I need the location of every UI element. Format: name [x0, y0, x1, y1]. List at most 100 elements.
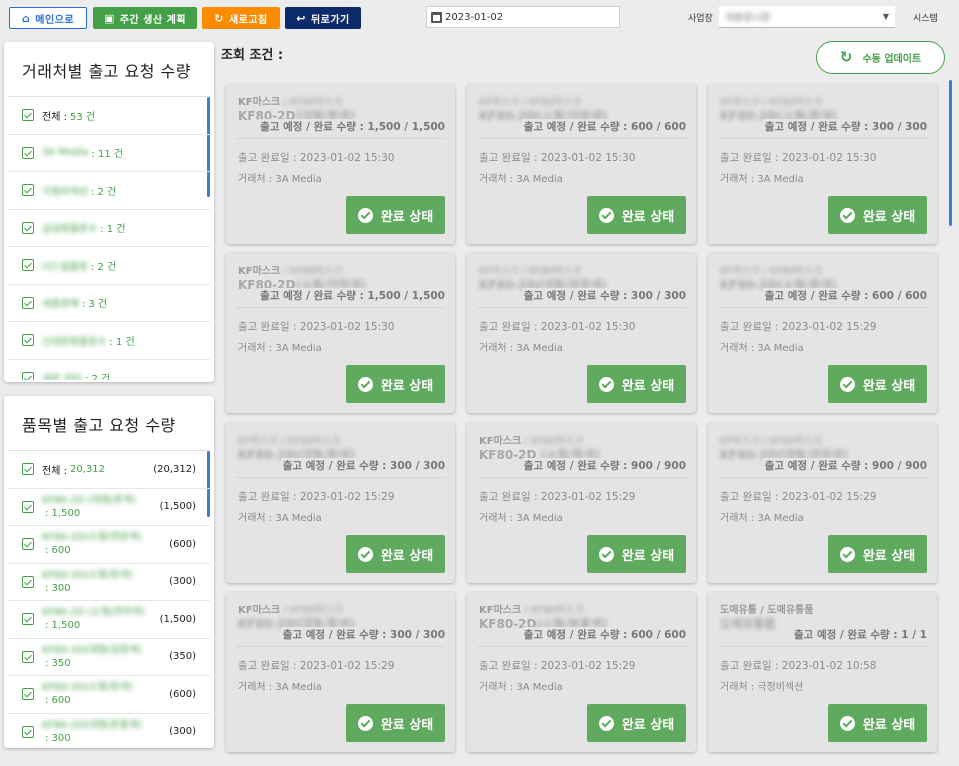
date-picker[interactable]: 2023-01-02 — [426, 6, 620, 28]
weekly-plan-button[interactable]: ▣ 주간 생산 계획 — [93, 7, 197, 29]
list-item[interactable]: KF80-2D(소형/흰색): 600 (600) — [8, 676, 210, 714]
calendar-icon: ▣ — [103, 11, 115, 25]
shipment-quantity: 출고 예정 / 완료 수량 : 300 / 300 — [280, 627, 445, 642]
calendar-icon — [431, 11, 442, 23]
list-item[interactable]: KF80-2D (대형/흰색): 1,500 (1,500) — [8, 489, 210, 526]
check-circle-icon — [598, 207, 614, 223]
shipment-quantity: 출고 예정 / 완료 수량 : 1,500 / 1,500 — [258, 288, 445, 303]
card-divider — [236, 138, 445, 139]
completion-date: 출고 완료일 : 2023-01-02 15:30 — [720, 152, 877, 164]
list-item[interactable]: 세종판매: 3 건 — [8, 285, 210, 322]
checkbox-icon — [22, 109, 34, 122]
list-item[interactable]: 다드림물류: 2 건 — [8, 247, 210, 285]
list-item[interactable]: KF80-2D(소형/흰색): 300 (300) — [8, 564, 210, 601]
list-item[interactable]: 신대한화물운수: 1 건 — [8, 322, 210, 360]
refresh-icon: ↻ — [214, 11, 224, 25]
shipment-card: KF마스크 / KF80마스크 KF80-2D(대형/흰색) 출고 예정 / 완료 … — [226, 592, 455, 752]
refresh-icon: ↻ — [839, 48, 853, 66]
complete-status-button[interactable]: 완료 상태 — [828, 535, 927, 573]
completion-date: 출고 완료일 : 2023-01-02 15:29 — [720, 491, 877, 503]
completion-date: 출고 완료일 : 2023-01-02 15:30 — [479, 152, 636, 164]
list-item[interactable]: KF80-2D (소형/연하색): 1,500 (1,500) — [8, 601, 210, 639]
complete-status-button[interactable]: 완료 상태 — [346, 535, 445, 573]
card-divider — [236, 646, 445, 647]
shipment-card: KF마스크 / KF80마스크 KF80-2D (소형/흰색) 출고 예정 / 완료… — [467, 423, 696, 583]
business-select[interactable]: 석원유니온 ▼ — [719, 6, 895, 28]
status-label: 완료 상태 — [380, 548, 434, 564]
product-category: 도매유통 / 도매유통품 — [720, 601, 813, 616]
completion-date: 출고 완료일 : 2023-01-02 15:29 — [720, 321, 877, 333]
product-name: KF80-2D (소형/연하색) — [42, 607, 146, 619]
status-label: 완료 상태 — [862, 209, 916, 225]
manual-update-button[interactable]: ↻ 수동 업데이트 — [816, 41, 945, 74]
complete-status-button[interactable]: 완료 상태 — [828, 365, 927, 403]
shipment-quantity: 출고 예정 / 완료 수량 : 300 / 300 — [280, 458, 445, 473]
status-label: 완료 상태 — [621, 378, 675, 394]
complete-status-button[interactable]: 완료 상태 — [587, 196, 686, 234]
card-divider — [477, 477, 686, 478]
back-button-label: 뒤로가기 — [310, 14, 350, 26]
complete-status-button[interactable]: 완료 상태 — [587, 535, 686, 573]
customer-name: 거래처 : 3A Media — [479, 343, 563, 354]
product-name: KF80-2D (대형/흰색) — [42, 494, 136, 506]
status-label: 완료 상태 — [621, 717, 675, 733]
main-scrollbar[interactable] — [949, 80, 952, 226]
customer-name: 전체 : — [42, 111, 67, 123]
arrow-left-icon: ↩ — [296, 11, 306, 25]
complete-status-button[interactable]: 완료 상태 — [828, 196, 927, 234]
list-item[interactable]: 3A Media: 11 건 — [8, 135, 210, 172]
product-name: KF80-2D(대형/분홍색) — [42, 719, 142, 731]
completion-date: 출고 완료일 : 2023-01-02 15:29 — [238, 660, 395, 672]
list-item[interactable]: KF80-2D(대형/검정색): 350 (350) — [8, 639, 210, 676]
customer-name: 거래처 : 3A Media — [238, 174, 322, 185]
back-button[interactable]: ↩ 뒤로가기 — [285, 7, 361, 29]
complete-status-button[interactable]: 완료 상태 — [587, 704, 686, 742]
list-item[interactable]: 세푸 커터: 2 건 — [8, 360, 210, 380]
customer-name: 거래처 : 3A Media — [238, 513, 322, 524]
business-label: 사업장 — [688, 14, 713, 24]
product-category: KF마스크 / KF80마스크 — [720, 432, 822, 447]
customer-list[interactable]: 전체 :53 건 3A Media: 11 건 극정비섹션: 2 건 금성화물운수: … — [8, 96, 210, 380]
completion-date: 출고 완료일 : 2023-01-02 15:29 — [479, 660, 636, 672]
customer-name: 거래처 : 3A Media — [720, 174, 804, 185]
list-item[interactable]: KF80-2D(대형/분홍색): 300 (300) — [8, 714, 210, 747]
completion-date: 출고 완료일 : 2023-01-02 15:29 — [238, 491, 395, 503]
complete-status-button[interactable]: 완료 상태 — [828, 704, 927, 742]
check-circle-icon — [839, 715, 855, 731]
checkbox-icon — [22, 334, 34, 347]
status-label: 완료 상태 — [380, 717, 434, 733]
home-button[interactable]: ⌂ 메인으로 — [9, 7, 87, 29]
system-button[interactable]: 시스템 — [913, 11, 938, 24]
list-item[interactable]: 전체 :20,312 (20,312) — [8, 451, 210, 489]
complete-status-button[interactable]: 완료 상태 — [346, 365, 445, 403]
product-total: (600) — [169, 688, 196, 700]
customer-name: 거래처 : 극정비섹션 — [720, 682, 804, 693]
shipment-quantity: 출고 예정 / 완료 수량 : 600 / 600 — [521, 627, 686, 642]
customer-count: : 3 건 — [81, 299, 108, 311]
complete-status-button[interactable]: 완료 상태 — [587, 365, 686, 403]
list-item[interactable]: 금성화물운수: 1 건 — [8, 210, 210, 247]
list-item[interactable]: 극정비섹션: 2 건 — [8, 172, 210, 210]
checkbox-icon — [22, 500, 34, 513]
product-panel-title: 품목별 출고 요청 수량 — [22, 416, 176, 435]
shipment-quantity: 출고 예정 / 완료 수량 : 600 / 600 — [762, 288, 927, 303]
product-name: KF80-2D(소형/흰색) — [42, 682, 133, 694]
product-model: 도매유통품 — [720, 615, 775, 632]
checkbox-icon — [22, 221, 34, 234]
complete-status-button[interactable]: 완료 상태 — [346, 704, 445, 742]
complete-status-button[interactable]: 완료 상태 — [346, 196, 445, 234]
customer-count: 53 건 — [69, 111, 96, 123]
list-item[interactable]: KF80-2D(소형/연분색): 600 (600) — [8, 526, 210, 564]
card-divider — [718, 646, 927, 647]
list-item[interactable]: 전체 :53 건 — [8, 97, 210, 135]
query-condition-label: 조회 조건 : — [221, 48, 284, 63]
customer-name: 거래처 : 3A Media — [479, 174, 563, 185]
status-label: 완료 상태 — [621, 209, 675, 225]
product-label: KF80-2D(소형/흰색): 600 — [42, 681, 146, 707]
refresh-button[interactable]: ↻ 새로고침 — [202, 7, 280, 29]
status-label: 완료 상태 — [380, 209, 434, 225]
product-list[interactable]: 전체 :20,312 (20,312) KF80-2D (대형/흰색): 1,500… — [8, 450, 210, 746]
check-circle-icon — [598, 546, 614, 562]
shipment-card: KF마스크 / KF80마스크 KF80-2D(소형/분홍색) 출고 예정 / 완료… — [467, 592, 696, 752]
customer-count: : 11 건 — [91, 149, 124, 161]
